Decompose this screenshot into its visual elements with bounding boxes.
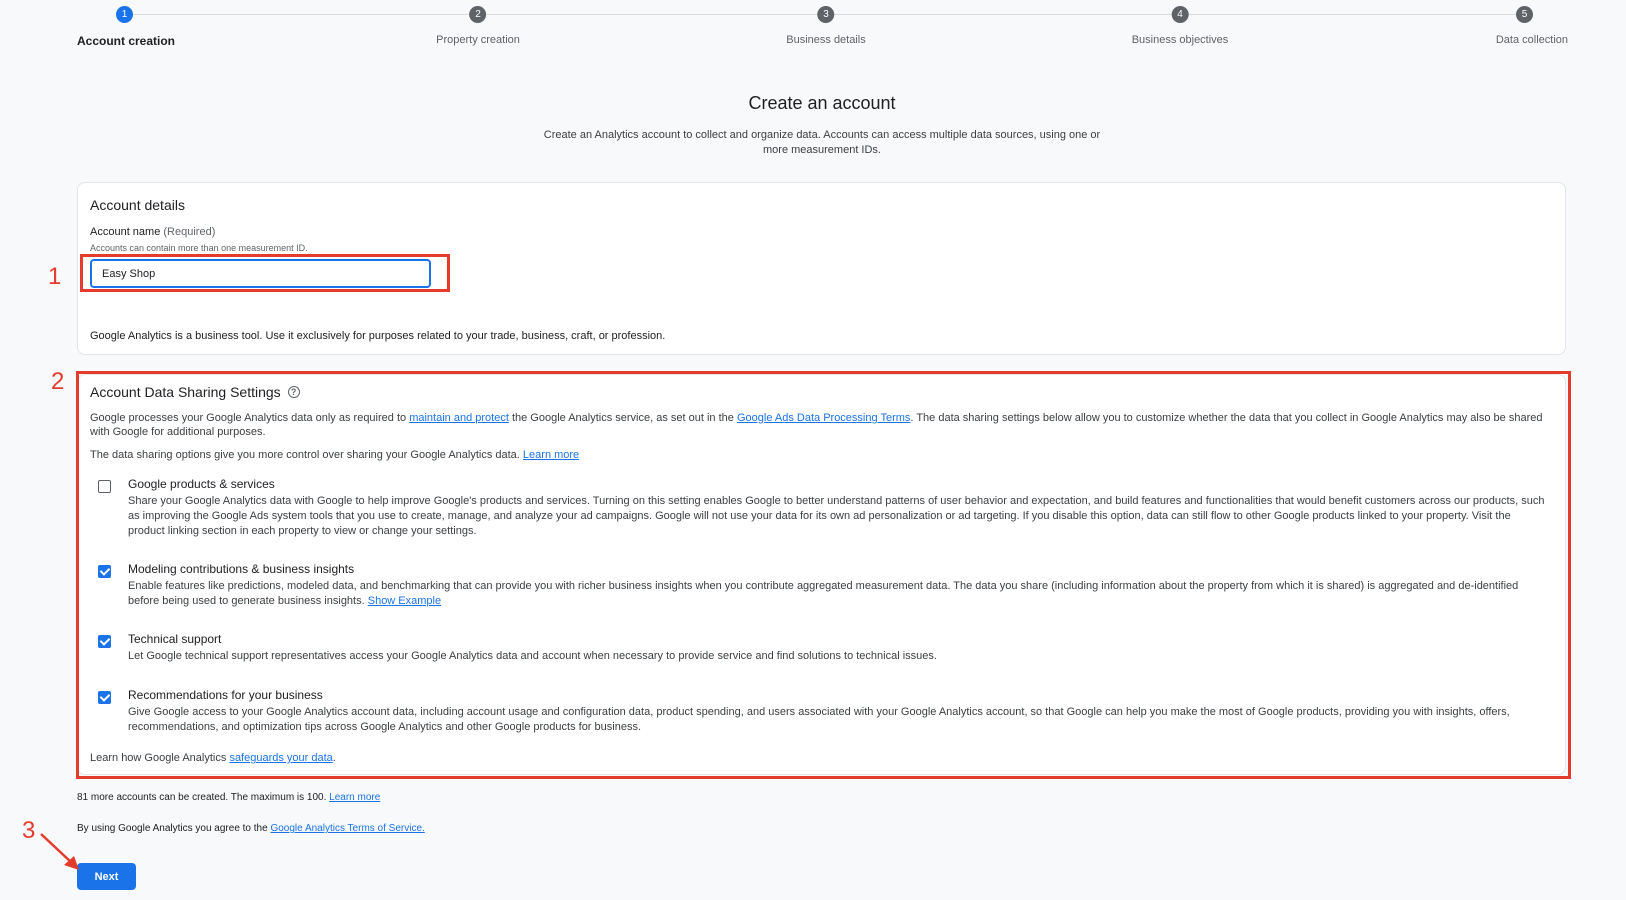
step-label: Account creation [77, 34, 176, 48]
annotation-arrow-icon [40, 833, 79, 870]
accounts-remaining: 81 more accounts can be created. The max… [77, 792, 327, 803]
page-title: Create an account [748, 93, 896, 113]
step-number: 3 [817, 6, 835, 23]
terms-prefix: By using Google Analytics you agree to t… [77, 823, 268, 834]
accounts-remaining-text: 81 more accounts can be created. The max… [77, 792, 380, 803]
step-number: 1 [116, 6, 133, 23]
annotation-box-2 [76, 371, 1571, 779]
annotation-box-1 [80, 254, 450, 292]
next-button[interactable]: Next [77, 863, 136, 890]
account-name-hint: Accounts can contain more than one measu… [90, 243, 308, 253]
step-business-objectives: 4 Business objectives [1131, 6, 1229, 46]
annotation-label-2: 2 [51, 368, 65, 395]
step-label: Business details [786, 34, 866, 46]
annotation-label-3: 3 [22, 817, 36, 844]
progress-stepper: 1 Account creation 2 Property creation 3… [0, 0, 1626, 60]
step-property-creation: 2 Property creation [436, 6, 520, 46]
terms-of-service-link[interactable]: Google Analytics Terms of Service. [270, 823, 424, 834]
page-subtitle: Create an Analytics account to collect a… [543, 129, 1101, 156]
step-number: 4 [1171, 6, 1189, 23]
business-tool-disclaimer: Google Analytics is a business tool. Use… [90, 330, 666, 342]
step-label: Business objectives [1131, 34, 1229, 46]
account-name-label-text: Account name [90, 226, 161, 238]
step-number: 5 [1516, 6, 1533, 23]
step-business-details: 3 Business details [786, 6, 866, 46]
required-marker: (Required) [163, 226, 216, 238]
step-label: Property creation [436, 34, 520, 46]
step-label: Data collection [1495, 34, 1568, 46]
account-name-label: Account name (Required) [90, 226, 215, 238]
step-account-creation: 1 Account creation [77, 6, 175, 48]
terms-text: By using Google Analytics you agree to t… [77, 823, 425, 834]
accounts-learn-more-link[interactable]: Learn more [329, 792, 380, 803]
step-number: 2 [469, 6, 487, 23]
annotation-label-1: 1 [48, 263, 62, 290]
step-data-collection: 5 Data collection [1496, 6, 1568, 46]
account-details-title: Account details [90, 197, 185, 213]
